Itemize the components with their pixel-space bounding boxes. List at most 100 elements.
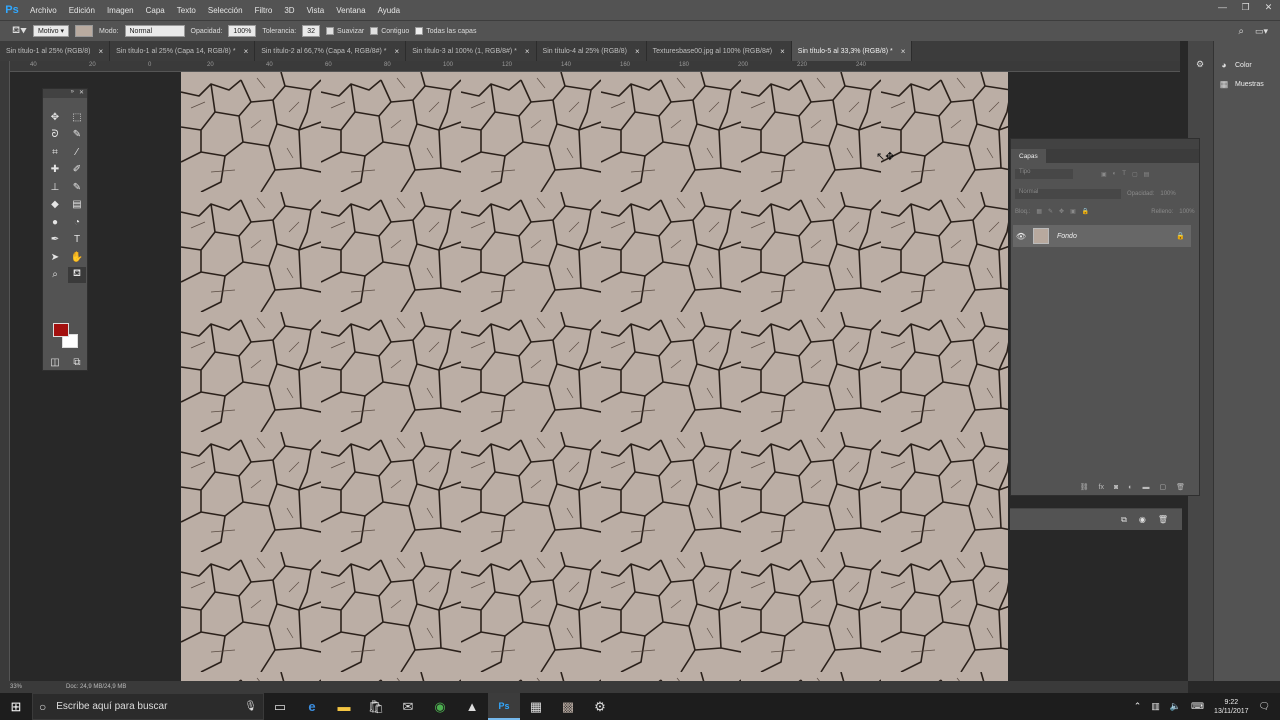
menu-item-ventana[interactable]: Ventana [330, 6, 371, 15]
tab-capas[interactable]: Capas [1011, 149, 1046, 163]
menu-item-capa[interactable]: Capa [140, 6, 171, 15]
new-layer-icon[interactable]: ▢ [1159, 483, 1166, 491]
document-tab[interactable]: Sin título-4 al 25% (RGB/8) × [536, 41, 647, 61]
lock-all-icon[interactable]: 🔒 [1082, 208, 1089, 215]
new-group-icon[interactable]: ▬ [1142, 484, 1149, 491]
all-layers-checkbox[interactable]: Todas las capas [415, 27, 476, 35]
document-tab[interactable]: Sin título-1 al 25% (Capa 14, RGB/8) * × [110, 41, 256, 61]
store-icon[interactable]: 🛍 [360, 693, 392, 720]
minimize-button[interactable]: — [1211, 0, 1234, 14]
document-tab[interactable]: Sin título-3 al 100% (1, RGB/8#) * × [406, 41, 537, 61]
screen-mode-icon[interactable]: ⧉ [68, 354, 86, 370]
microphone-icon[interactable]: 🎙 [244, 701, 257, 712]
link-layers-icon[interactable]: ⛓ [1080, 483, 1089, 491]
clock[interactable]: 9:22 13/11/2017 [1214, 698, 1249, 716]
restore-button[interactable]: ❐ [1234, 0, 1257, 14]
fill-value[interactable]: 100% [1179, 209, 1194, 215]
notifications-icon[interactable]: 🗨 [1259, 701, 1270, 712]
filter-type-icon[interactable]: T [1122, 171, 1126, 177]
texture-app-icon[interactable]: ▩ [552, 693, 584, 720]
layer-opacity-value[interactable]: 100% [1160, 191, 1175, 197]
task-view-icon[interactable]: ▭ [264, 693, 296, 720]
menu-item-ayuda[interactable]: Ayuda [372, 6, 407, 15]
lock-artboard-icon[interactable]: ▣ [1070, 208, 1076, 215]
zoom-icon[interactable]: ⌕ [46, 267, 64, 283]
clone-stamp-icon[interactable]: ⊥ [46, 179, 64, 195]
path-select-icon[interactable]: ➤ [46, 249, 64, 265]
trash-icon[interactable]: 🗑 [1176, 483, 1185, 491]
close-button[interactable]: ✕ [1257, 0, 1280, 14]
close-icon[interactable]: × [244, 47, 249, 56]
adjustment-layer-icon[interactable]: ◐ [1128, 484, 1132, 491]
new-document-from-state-icon[interactable]: ⧉ [1121, 515, 1127, 525]
workspace-icon[interactable]: ▭▾ [1255, 26, 1268, 37]
filter-shape-icon[interactable]: ▢ [1132, 171, 1138, 178]
zoom-level[interactable]: 33% [10, 684, 22, 690]
fill-source-select[interactable]: Motivo ▾ [32, 25, 70, 37]
taskbar-search[interactable]: ○ Escribe aquí para buscar 🎙 [32, 693, 264, 720]
mode-select[interactable]: Normal [124, 25, 185, 37]
edge-icon[interactable]: e [296, 693, 328, 720]
lock-pixels-icon[interactable]: ✎ [1048, 208, 1053, 215]
filter-smart-icon[interactable]: ▤ [1144, 171, 1150, 178]
volume-icon[interactable]: 🔈 [1170, 701, 1181, 712]
move-icon[interactable]: ✥ [46, 109, 64, 125]
menu-item-filtro[interactable]: Filtro [249, 6, 279, 15]
eye-icon[interactable]: 👁 [1013, 232, 1029, 241]
document-tab[interactable]: Sin título-5 al 33,3% (RGB/8) * × [791, 41, 913, 61]
menu-item-selección[interactable]: Selección [202, 6, 249, 15]
app-icon[interactable]: ▦ [520, 693, 552, 720]
menu-item-texto[interactable]: Texto [171, 6, 202, 15]
pattern-swatch[interactable] [75, 25, 94, 37]
dock-item-color[interactable]: ◕ Color [1219, 57, 1251, 73]
gradient-icon[interactable]: ▤ [68, 197, 86, 213]
paint-bucket-tool-preset-icon[interactable]: ⛾▾ [12, 25, 27, 38]
menu-item-imagen[interactable]: Imagen [101, 6, 140, 15]
marquee-icon[interactable]: ⬚ [68, 109, 86, 125]
smooth-checkbox[interactable]: Suavizar [325, 27, 364, 35]
photoshop-taskbar-icon[interactable]: Ps [488, 693, 520, 720]
document-canvas[interactable] [181, 72, 1008, 681]
document-tab[interactable]: Sin título-2 al 66,7% (Capa 4, RGB/8#) *… [255, 41, 407, 61]
chrome-icon[interactable]: ◉ [424, 693, 456, 720]
menu-item-vista[interactable]: Vista [301, 6, 331, 15]
trash-icon[interactable]: 🗑 [1158, 515, 1168, 524]
close-icon[interactable]: × [901, 47, 906, 56]
document-tab[interactable]: Texturesbase00.jpg al 100% (RGB/8#) × [646, 41, 792, 61]
file-explorer-icon[interactable]: ▬ [328, 693, 360, 720]
foreground-color-swatch[interactable] [53, 323, 69, 337]
filter-pixel-icon[interactable]: ▣ [1101, 171, 1107, 178]
history-panel-icon[interactable]: ⚙ [1196, 59, 1204, 70]
close-icon[interactable]: × [98, 47, 103, 56]
spot-heal-icon[interactable]: ✚ [46, 162, 64, 178]
tolerance-field[interactable]: 32 [302, 25, 320, 37]
close-icon[interactable]: ✕ [79, 89, 84, 98]
add-mask-icon[interactable]: ◙ [1114, 484, 1118, 491]
photos-icon[interactable]: ▲ [456, 693, 488, 720]
network-icon[interactable]: ▥ [1151, 701, 1160, 712]
snapshot-icon[interactable]: ◉ [1139, 515, 1146, 524]
chevron-up-icon[interactable]: ⌃ [1134, 701, 1142, 712]
steam-icon[interactable]: ⚙ [584, 693, 616, 720]
close-icon[interactable]: × [780, 47, 785, 56]
mail-icon[interactable]: ✉ [392, 693, 424, 720]
close-icon[interactable]: × [395, 47, 400, 56]
windows-start-icon[interactable]: ⊞ [0, 693, 32, 720]
blur-icon[interactable]: ● [46, 214, 64, 230]
search-icon[interactable]: ⌕ [1238, 26, 1244, 37]
close-icon[interactable]: × [635, 47, 640, 56]
history-brush-icon[interactable]: ✎ [68, 179, 86, 195]
keyboard-icon[interactable]: ⌨ [1191, 701, 1204, 712]
paint-bucket-icon[interactable]: ⛾ [68, 266, 86, 283]
crop-icon[interactable]: ⌗ [46, 144, 64, 160]
close-icon[interactable]: × [525, 47, 530, 56]
eraser-icon[interactable]: ◆ [46, 197, 64, 213]
contiguous-checkbox[interactable]: Contiguo [370, 27, 409, 35]
menu-item-edición[interactable]: Edición [63, 6, 101, 15]
quick-mask-icon[interactable]: ◫ [46, 354, 64, 370]
brush-icon[interactable]: ✐ [68, 162, 86, 178]
dock-item-muestras[interactable]: ▦ Muestras [1219, 76, 1264, 92]
layer-row-fondo[interactable]: 👁 Fondo 🔒 [1013, 225, 1191, 247]
blend-mode-select[interactable]: Normal [1015, 189, 1121, 199]
type-icon[interactable]: T [68, 232, 86, 248]
